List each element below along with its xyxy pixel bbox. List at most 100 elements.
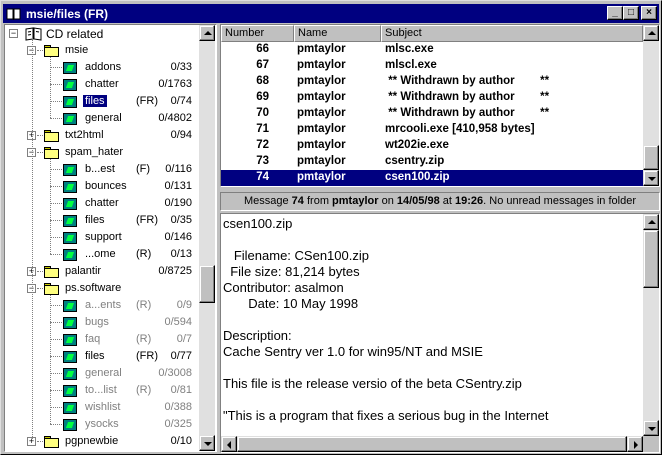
scroll-down-button[interactable] — [199, 435, 215, 451]
tree-group-to-list[interactable]: to...list (R) 0/81 — [5, 382, 200, 399]
window-title: msie/files (FR) — [26, 6, 109, 21]
tree-group-a-ents[interactable]: a...ents (R) 0/9 — [5, 297, 200, 314]
tree-group-chatter[interactable]: chatter 0/1763 — [5, 76, 200, 93]
message-line: Date: 10 May 1998 — [223, 296, 359, 311]
newsgroup-icon — [63, 249, 77, 261]
message-list[interactable]: Number Name Subject 66 pmtaylor mlsc.exe 67… — [220, 24, 660, 187]
tree-group-b-est[interactable]: b...est (F) 0/116 — [5, 161, 200, 178]
tree-group-bugs[interactable]: bugs 0/594 — [5, 314, 200, 331]
scroll-thumb[interactable] — [237, 436, 627, 452]
tree-group-ysocks[interactable]: ysocks 0/325 — [5, 416, 200, 433]
message-row[interactable]: 66 pmtaylor mlsc.exe — [221, 42, 643, 58]
newsgroup-icon — [63, 402, 77, 414]
tree-group-files[interactable]: files (FR) 0/77 — [5, 348, 200, 365]
tree-group-addons[interactable]: addons 0/33 — [5, 59, 200, 76]
message-author: pmtaylor — [297, 155, 346, 167]
tree-scrollbar[interactable] — [199, 25, 215, 451]
size-grip[interactable] — [643, 436, 659, 452]
tree-group-wishlist[interactable]: wishlist 0/388 — [5, 399, 200, 416]
message-row[interactable]: 74 pmtaylor csen100.zip — [221, 170, 643, 186]
message-subject: mrcooli.exe [410,958 bytes] — [385, 123, 535, 135]
scroll-left-button[interactable] — [221, 436, 237, 452]
tree-connector — [50, 67, 62, 68]
tree-flag: (FR) — [136, 350, 158, 362]
tree-count: 0/81 — [170, 384, 192, 396]
scroll-up-button[interactable] — [199, 25, 215, 41]
tree-folder-ps-software[interactable]: − ps.software — [5, 280, 200, 297]
tree-folder-palantir[interactable]: + palantir 0/8725 — [5, 263, 200, 280]
tree-connector — [50, 295, 51, 424]
tree-count: 0/116 — [165, 163, 192, 175]
arrow-left-icon — [227, 441, 231, 449]
scroll-right-button[interactable] — [627, 436, 643, 452]
tree-group-files[interactable]: files (FR) 0/74 — [5, 93, 200, 110]
tree-group-chatter[interactable]: chatter 0/190 — [5, 195, 200, 212]
message-body-hscrollbar[interactable] — [221, 436, 643, 452]
tree-folder-msie[interactable]: − msie — [5, 42, 200, 59]
tree-root[interactable]: − CD related — [5, 25, 200, 42]
column-name[interactable]: Name — [294, 25, 381, 42]
close-button[interactable]: × — [641, 6, 657, 20]
scroll-thumb[interactable] — [199, 265, 215, 303]
tree-group-general[interactable]: general 0/3008 — [5, 365, 200, 382]
title-bar[interactable]: msie/files (FR) _ □ × — [3, 4, 659, 23]
message-author: pmtaylor — [297, 59, 346, 71]
scroll-down-button[interactable] — [643, 420, 659, 436]
message-row[interactable]: 73 pmtaylor csentry.zip — [221, 154, 643, 170]
message-row[interactable]: 71 pmtaylor mrcooli.exe [410,958 bytes] — [221, 122, 643, 138]
tree-group-faq[interactable]: faq (R) 0/7 — [5, 331, 200, 348]
tree-connector — [37, 152, 43, 153]
tree-folder-spam-hater[interactable]: − spam_hater — [5, 144, 200, 161]
folder-tree[interactable]: − CD related − msie addons 0/33 chatter 0/176… — [4, 24, 217, 452]
message-row[interactable]: 67 pmtaylor mlscl.exe — [221, 58, 643, 74]
tree-group-label: files — [85, 214, 105, 226]
tree-group-bounces[interactable]: bounces 0/131 — [5, 178, 200, 195]
minimize-button[interactable]: _ — [607, 6, 623, 20]
message-row[interactable]: 68 pmtaylor ** Withdrawn by author ** — [221, 74, 643, 90]
column-subject[interactable]: Subject — [381, 25, 643, 42]
tree-connector — [37, 288, 43, 289]
message-author: pmtaylor — [297, 107, 346, 119]
tree-count: 0/7 — [176, 333, 192, 345]
tree-count: 0/8725 — [158, 265, 192, 277]
newsgroup-icon — [63, 300, 77, 312]
tree-group--ome[interactable]: ...ome (R) 0/13 — [5, 246, 200, 263]
tree-connector — [37, 441, 43, 442]
message-line: "This is a program that fixes a serious … — [223, 408, 549, 423]
tree-folder-label: pgpnewbie — [65, 435, 119, 447]
tree-folder-label: palantir — [65, 265, 102, 277]
scroll-down-button[interactable] — [643, 170, 659, 186]
message-row[interactable]: 70 pmtaylor ** Withdrawn by author ** — [221, 106, 643, 122]
tree-group-label: chatter — [85, 78, 119, 90]
message-text[interactable]: csen100.zip Filename: CSen100.zip File s… — [223, 216, 641, 435]
newsgroup-icon — [63, 113, 77, 125]
message-number: 70 — [256, 107, 269, 119]
tree-root-label: CD related — [46, 27, 104, 41]
tree-count: 0/190 — [164, 197, 192, 209]
arrow-down-icon — [648, 177, 656, 181]
tree-group-label: files — [85, 350, 105, 362]
tree-folder-txt2html[interactable]: + txt2html 0/94 — [5, 127, 200, 144]
scroll-thumb[interactable] — [643, 230, 659, 288]
tree-group-files[interactable]: files (FR) 0/35 — [5, 212, 200, 229]
message-body[interactable]: csen100.zip Filename: CSen100.zip File s… — [220, 213, 660, 453]
column-number[interactable]: Number — [221, 25, 294, 42]
tree-folder-pgpnewbie[interactable]: + pgpnewbie 0/10 — [5, 433, 200, 450]
maximize-button[interactable]: □ — [623, 6, 639, 20]
tree-count: 0/35 — [170, 214, 192, 226]
scroll-thumb[interactable] — [643, 145, 659, 170]
newsgroup-icon — [63, 215, 77, 227]
newsgroup-icon — [63, 334, 77, 346]
tree-connector — [50, 407, 62, 408]
tree-connector — [50, 169, 62, 170]
message-row[interactable]: 69 pmtaylor ** Withdrawn by author ** — [221, 90, 643, 106]
tree-group-support[interactable]: support 0/146 — [5, 229, 200, 246]
message-row[interactable]: 72 pmtaylor wt202ie.exe — [221, 138, 643, 154]
scroll-up-button[interactable] — [643, 25, 659, 41]
collapse-icon[interactable]: − — [9, 29, 18, 38]
scroll-up-button[interactable] — [643, 214, 659, 230]
message-list-scrollbar[interactable] — [643, 25, 659, 186]
tree-group-general[interactable]: general 0/4802 — [5, 110, 200, 127]
status-text: Message — [243, 195, 292, 207]
message-body-vscrollbar[interactable] — [643, 214, 659, 436]
